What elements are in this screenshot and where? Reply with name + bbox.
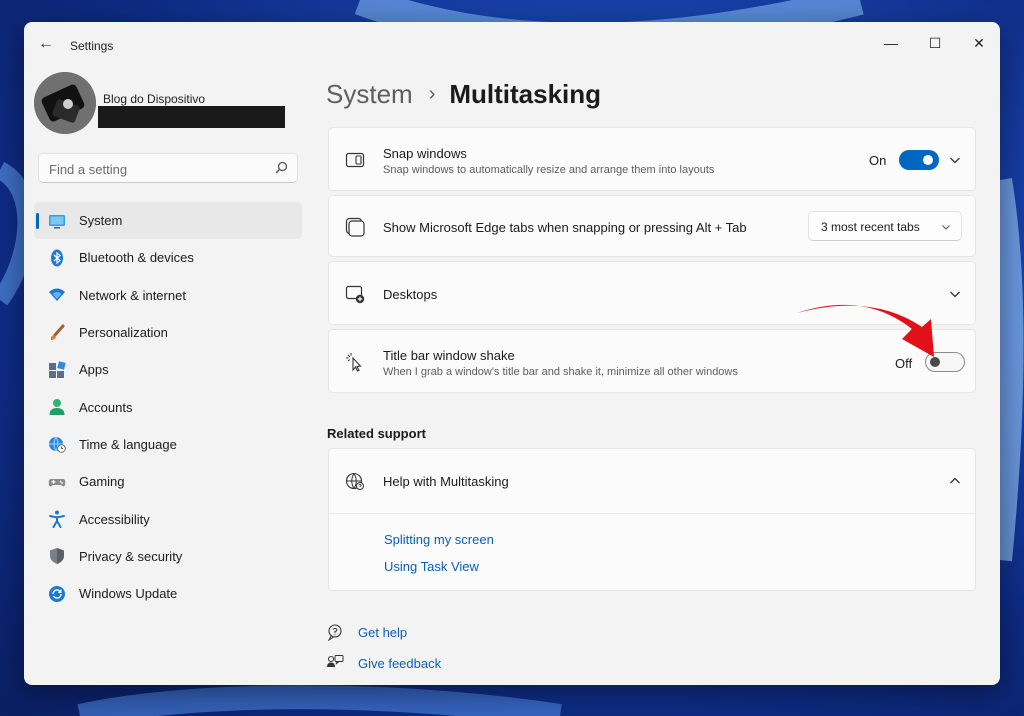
sidebar-item-label: Personalization bbox=[79, 325, 168, 341]
sidebar-item-windows-update[interactable]: Windows Update bbox=[34, 575, 302, 612]
search-icon[interactable] bbox=[273, 160, 289, 176]
divider bbox=[329, 513, 975, 514]
help-multitasking-card: Help with Multitasking Splitting my scre… bbox=[328, 448, 976, 591]
settings-window: ← Settings — ☐ ✕ Blog do Dispositivo Fin… bbox=[24, 22, 1000, 685]
wifi-icon bbox=[49, 288, 65, 302]
sidebar-item-bluetooth[interactable]: Bluetooth & devices bbox=[34, 239, 302, 276]
avatar-image-icon bbox=[34, 72, 96, 134]
search-box[interactable] bbox=[38, 153, 298, 183]
toggle-knob bbox=[923, 155, 933, 165]
get-help-label: Get help bbox=[358, 624, 408, 640]
snap-layout-icon bbox=[345, 152, 365, 168]
sidebar-item-apps[interactable]: Apps bbox=[34, 351, 302, 388]
back-arrow-icon[interactable]: ← bbox=[36, 34, 56, 54]
feedback-icon bbox=[327, 655, 344, 667]
window-shake-title: Title bar window shake bbox=[383, 348, 515, 363]
accessibility-icon bbox=[49, 510, 65, 529]
update-icon bbox=[49, 585, 65, 602]
chevron-down-icon[interactable] bbox=[949, 154, 961, 166]
sidebar-item-label: Bluetooth & devices bbox=[79, 250, 194, 266]
snap-windows-description: Snap windows to automatically resize and… bbox=[383, 164, 715, 176]
system-icon bbox=[49, 214, 65, 229]
sidebar-item-gaming[interactable]: Gaming bbox=[34, 463, 302, 500]
snap-windows-card[interactable]: Snap windows Snap windows to automatical… bbox=[328, 127, 976, 191]
breadcrumb: System › Multitasking bbox=[326, 76, 601, 112]
sidebar-item-label: Accounts bbox=[79, 399, 133, 415]
sidebar-item-label: System bbox=[79, 213, 123, 229]
sidebar-item-label: Apps bbox=[79, 362, 109, 378]
sidebar-item-network[interactable]: Network & internet bbox=[34, 277, 302, 314]
chevron-up-icon[interactable] bbox=[949, 475, 961, 487]
snap-windows-toggle[interactable] bbox=[899, 150, 939, 170]
give-feedback-link[interactable]: Give feedback bbox=[326, 652, 441, 674]
title-bar: ← Settings — ☐ ✕ bbox=[24, 22, 1000, 66]
edge-tabs-title: Show Microsoft Edge tabs when snapping o… bbox=[383, 220, 747, 235]
sidebar-item-label: Windows Update bbox=[79, 586, 178, 602]
sidebar-item-label: Gaming bbox=[79, 474, 125, 490]
page-title: Multitasking bbox=[449, 78, 602, 109]
sidebar-item-label: Privacy & security bbox=[79, 548, 183, 564]
breadcrumb-parent-link[interactable]: System bbox=[326, 79, 413, 110]
sidebar-item-label: Accessibility bbox=[79, 511, 150, 527]
sidebar-item-accounts[interactable]: Accounts bbox=[34, 388, 302, 425]
edge-tabs-selected-value: 3 most recent tabs bbox=[821, 220, 920, 234]
globe-icon bbox=[345, 472, 364, 490]
sidebar-item-label: Network & internet bbox=[79, 287, 186, 303]
maximize-button[interactable]: ☐ bbox=[912, 28, 958, 58]
apps-icon bbox=[49, 361, 66, 378]
brush-icon bbox=[50, 324, 65, 340]
sidebar-nav: System Bluetooth & devices Network & int… bbox=[34, 202, 302, 612]
search-input[interactable] bbox=[49, 160, 264, 178]
globe-clock-icon bbox=[49, 437, 66, 454]
gamepad-icon bbox=[48, 478, 66, 487]
chevron-down-icon bbox=[942, 225, 950, 230]
desktops-icon bbox=[345, 285, 365, 304]
close-button[interactable]: ✕ bbox=[956, 28, 1000, 58]
sidebar-item-accessibility[interactable]: Accessibility bbox=[34, 500, 302, 537]
bluetooth-icon bbox=[51, 249, 63, 267]
window-shake-description: When I grab a window's title bar and sha… bbox=[383, 366, 738, 378]
edge-tabs-icon bbox=[345, 217, 365, 237]
minimize-button[interactable]: — bbox=[868, 28, 914, 58]
shake-cursor-icon bbox=[346, 353, 362, 372]
desktops-title: Desktops bbox=[383, 287, 438, 302]
related-support-heading: Related support bbox=[327, 426, 426, 441]
support-link-splitting-screen[interactable]: Splitting my screen bbox=[384, 532, 494, 547]
sidebar-item-label: Time & language bbox=[79, 436, 177, 452]
help-multitasking-title[interactable]: Help with Multitasking bbox=[383, 474, 509, 489]
redacted-email bbox=[98, 106, 285, 128]
app-title: Settings bbox=[70, 39, 114, 53]
give-feedback-label: Give feedback bbox=[358, 655, 442, 671]
get-help-link[interactable]: Get help bbox=[326, 621, 407, 643]
support-link-task-view[interactable]: Using Task View bbox=[384, 559, 479, 574]
annotation-arrow-icon bbox=[797, 304, 934, 357]
sidebar-item-personalization[interactable]: Personalization bbox=[34, 314, 302, 351]
person-icon bbox=[49, 399, 65, 416]
edge-tabs-card: Show Microsoft Edge tabs when snapping o… bbox=[328, 195, 976, 257]
sidebar-item-time-language[interactable]: Time & language bbox=[34, 426, 302, 463]
snap-windows-title: Snap windows bbox=[383, 146, 467, 161]
edge-tabs-dropdown[interactable]: 3 most recent tabs bbox=[808, 211, 962, 241]
profile-name: Blog do Dispositivo bbox=[103, 92, 206, 106]
snap-windows-state-label: On bbox=[869, 153, 887, 168]
avatar[interactable] bbox=[34, 72, 96, 134]
breadcrumb-separator-icon: › bbox=[428, 82, 436, 105]
sidebar-item-privacy[interactable]: Privacy & security bbox=[34, 538, 302, 575]
shield-icon bbox=[50, 548, 64, 565]
sidebar-item-system[interactable]: System bbox=[34, 202, 302, 240]
help-chat-icon bbox=[327, 624, 342, 641]
